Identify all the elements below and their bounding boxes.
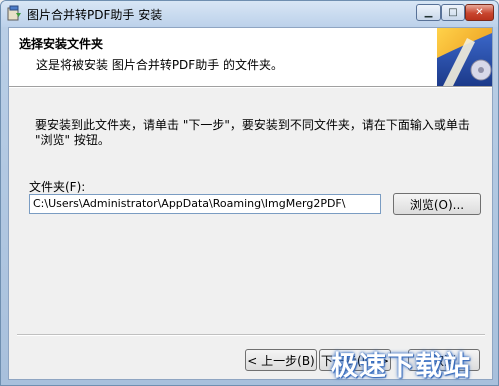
minimize-button[interactable]: ▁ bbox=[416, 4, 441, 21]
title-bar[interactable]: 图片合并转PDF助手 安装 ▁ □ ✕ bbox=[1, 1, 498, 27]
instruction-text: 要安装到此文件夹，请单击 "下一步"，要安装到不同文件夹，请在下面输入或单击 "… bbox=[35, 118, 470, 147]
footer-divider bbox=[17, 334, 485, 336]
maximize-button[interactable]: □ bbox=[441, 4, 465, 21]
folder-path-input[interactable]: C:\Users\Administrator\AppData\Roaming\I… bbox=[29, 194, 381, 214]
page-subtitle: 这是将被安装 图片合并转PDF助手 的文件夹。 bbox=[36, 58, 284, 72]
wizard-header: 选择安装文件夹 这是将被安装 图片合并转PDF助手 的文件夹。 bbox=[9, 28, 492, 87]
browse-button[interactable]: 浏览(O)... bbox=[393, 193, 481, 215]
minimize-icon: ▁ bbox=[424, 7, 433, 18]
window-title: 图片合并转PDF助手 安装 bbox=[27, 8, 163, 22]
installer-banner-icon bbox=[437, 28, 492, 86]
next-button[interactable]: 下一步(N) > bbox=[319, 349, 391, 371]
page-title: 选择安装文件夹 bbox=[19, 37, 104, 51]
installer-app-icon bbox=[7, 5, 21, 21]
installer-window: 图片合并转PDF助手 安装 ▁ □ ✕ 选择安装文件夹 这是将被安装 图片合并转… bbox=[0, 0, 499, 386]
wizard-panel: 选择安装文件夹 这是将被安装 图片合并转PDF助手 的文件夹。 要安装到此文件夹… bbox=[8, 27, 493, 380]
folder-label: 文件夹(F): bbox=[29, 180, 86, 194]
header-divider bbox=[9, 87, 492, 88]
cancel-button[interactable]: 取消 bbox=[408, 349, 480, 371]
close-button[interactable]: ✕ bbox=[465, 4, 494, 21]
back-button[interactable]: < 上一步(B) bbox=[245, 349, 317, 371]
close-icon: ✕ bbox=[475, 7, 484, 18]
maximize-icon: □ bbox=[448, 7, 458, 18]
